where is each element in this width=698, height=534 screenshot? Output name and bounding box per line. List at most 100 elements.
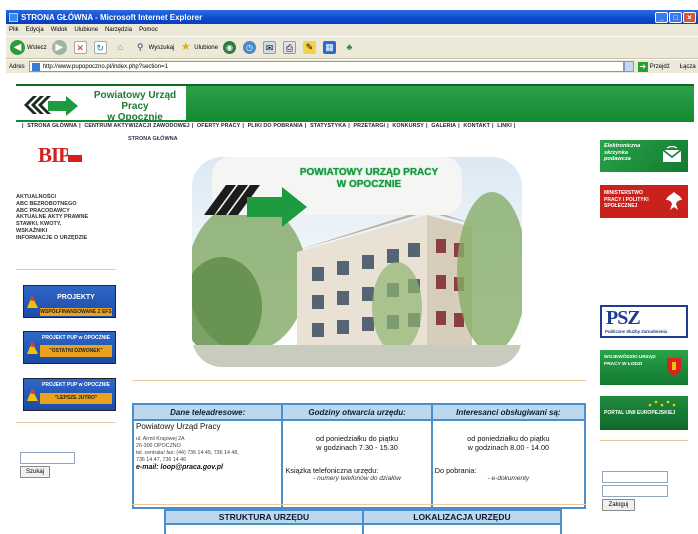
edit-button[interactable]: ✎ <box>302 41 318 54</box>
left-link-law[interactable]: AKTUALNE AKTY PRAWNE <box>16 214 116 221</box>
links-label[interactable]: Łącza <box>680 64 696 70</box>
go-arrow-icon: ➜ <box>637 61 648 72</box>
site-title-line2: w Opocznie <box>107 112 163 123</box>
menu-file[interactable]: Plik <box>9 27 19 33</box>
project3-title: PROJEKT PUP w OPOCZNIE <box>42 382 110 388</box>
bip-flag-icon <box>68 148 82 162</box>
wup-text: WOJEWÓDZKI URZĄD PRACY W ŁODZI <box>604 355 656 367</box>
refresh-icon: ↻ <box>93 41 107 54</box>
main-nav: | STRONA GŁÓWNA | CENTRUM AKTYWIZACJI ZAW… <box>22 123 516 129</box>
menu-favorites[interactable]: Ulubione <box>74 27 98 33</box>
favorites-label: Ulubione <box>194 44 218 51</box>
projects-title: PROJEKTY <box>57 294 95 301</box>
nav-gallery[interactable]: GALERIA <box>431 123 456 129</box>
project-ostatni-dzwonek-banner[interactable]: PROJEKT PUP w OPOCZNIE "OSTATNI DZWONEK" <box>23 331 116 364</box>
left-link-rates[interactable]: STAWKI, KWOTY, WSKAŹNIKI <box>16 221 66 235</box>
eu-people-icon <box>27 389 38 401</box>
psz-banner[interactable]: PSZ Publiczne Służby Zatrudnienia <box>600 305 688 338</box>
office-address: ul. Armii Krajowej 2A <box>136 436 185 442</box>
mail-icon: ✉ <box>262 41 276 54</box>
hero-caption: POWIATOWY URZĄD PRACY W OPOCZNIE <box>294 167 444 191</box>
nav-offers[interactable]: OFERTY PRACY <box>197 123 240 129</box>
print-button[interactable]: ⎙ <box>282 41 298 54</box>
projects-banner[interactable]: PROJEKTY WSPÓŁFINANSOWANE Z EFS <box>23 285 116 318</box>
wup-lodz-banner[interactable]: WOJEWÓDZKI URZĄD PRACY W ŁODZI <box>600 350 688 385</box>
left-link-news[interactable]: AKTUALNOŚCI <box>16 194 116 201</box>
menu-edit[interactable]: Edycja <box>26 27 44 33</box>
nav-links[interactable]: LINKI <box>497 123 512 129</box>
eu-portal-banner[interactable]: PORTAL UNII EUROPEJSKIEJ <box>600 396 688 430</box>
project-lepsze-jutro-banner[interactable]: PROJEKT PUP w OPOCZNIE "LEPSZE JUTRO" <box>23 378 116 411</box>
menu-view[interactable]: Widok <box>51 27 68 33</box>
maximize-button[interactable]: □ <box>669 11 682 23</box>
e-documents-link[interactable]: - e-dokumenty <box>435 475 582 482</box>
header-hours: Godziny otwarcia urzędu: <box>281 403 433 421</box>
login-username-input[interactable] <box>602 471 668 483</box>
forward-arrow-icon: ▶ <box>51 40 67 55</box>
pup-logo-icon <box>24 96 78 116</box>
menu-help[interactable]: Pomoc <box>139 27 158 33</box>
refresh-button[interactable]: ↻ <box>93 41 109 54</box>
bip-text: BIP <box>38 143 71 167</box>
window-titlebar: STRONA GŁÓWNA - Microsoft Internet Explo… <box>6 10 698 24</box>
office-email-link[interactable]: e-mail: loop@praca.gov.pl <box>136 464 279 471</box>
e-skrzynka-banner[interactable]: Elektroniczna skrzynka podawcza <box>600 140 688 172</box>
location-link[interactable]: LOKALIZACJA URZĘDU <box>361 509 563 525</box>
divider <box>132 504 586 505</box>
menu-tools[interactable]: Narzędzia <box>105 27 132 33</box>
home-button[interactable]: ⌂ <box>114 41 129 54</box>
structure-link[interactable]: STRUKTURA URZĘDU <box>164 509 364 525</box>
print-icon: ⎙ <box>282 41 296 54</box>
media-button[interactable]: ◉ <box>222 41 238 54</box>
history-button[interactable]: ◷ <box>242 41 258 54</box>
phonebook-link[interactable]: - numery telefonów do działów <box>285 475 428 482</box>
left-link-employer[interactable]: ABC PRACODAWCY <box>16 208 116 215</box>
ministry-banner[interactable]: MINISTERSTWO PRACY I POLITYKI SPOŁECZNEJ <box>600 185 688 218</box>
back-button[interactable]: ◀ Wstecz <box>10 40 47 55</box>
divider <box>16 269 116 270</box>
toolbar: ◀ Wstecz ▶ ✕ ↻ ⌂ ⚲ Wyszukaj ★ Ulubione ◉… <box>6 37 698 59</box>
project3-sub: "LEPSZE JUTRO" <box>40 393 112 404</box>
minimize-button[interactable]: _ <box>655 11 668 23</box>
close-button[interactable]: × <box>683 11 696 23</box>
banner-logo-area[interactable]: Powiatowy Urząd Pracy w Opocznie <box>16 86 186 123</box>
mail-button[interactable]: ✉ <box>262 41 278 54</box>
discuss-button[interactable]: ▦ <box>322 41 338 54</box>
office-phone: tel. centrala/ fax: (44) 736 14 45, 736 … <box>136 450 239 456</box>
login-password-input[interactable] <box>602 485 668 497</box>
nav-contact[interactable]: KONTAKT <box>463 123 490 129</box>
bip-logo[interactable]: BIP <box>38 143 82 167</box>
nav-tenders[interactable]: PRZETARGI <box>353 123 385 129</box>
address-bar: Adres http://www.pupopoczno.pl/index.php… <box>6 60 698 73</box>
search-button[interactable]: ⚲ Wyszukaj <box>134 41 175 54</box>
search-input[interactable] <box>20 452 75 464</box>
discuss-icon: ▦ <box>322 41 336 54</box>
address-url: http://www.pupopoczno.pl/index.php?secti… <box>42 63 168 70</box>
home-icon: ⌂ <box>117 42 123 52</box>
messenger-button[interactable]: ♣ <box>343 41 358 54</box>
nav-downloads[interactable]: PLIKI DO POBRANIA <box>248 123 303 129</box>
go-button[interactable]: ➜ Przejdź <box>637 61 670 72</box>
divider <box>600 440 688 441</box>
header-contact: Dane teleadresowe: <box>131 403 284 421</box>
divider <box>16 422 116 423</box>
stop-button[interactable]: ✕ <box>73 41 89 54</box>
nav-home[interactable]: STRONA GŁÓWNA <box>27 123 77 129</box>
nav-contests[interactable]: KONKURSY <box>392 123 424 129</box>
address-dropdown-icon[interactable] <box>623 61 634 72</box>
left-link-info[interactable]: INFORMACJE O URZĘDZIE <box>16 235 116 242</box>
page-icon <box>31 62 40 71</box>
favorites-button[interactable]: ★ Ulubione <box>179 41 218 54</box>
search-label: Wyszukaj <box>148 44 175 51</box>
go-label: Przejdź <box>649 63 670 70</box>
login-button[interactable]: Zaloguj <box>602 499 635 511</box>
nav-caz[interactable]: CENTRUM AKTYWIZACJI ZAWODOWEJ <box>84 123 189 129</box>
forward-button[interactable]: ▶ <box>51 40 69 55</box>
left-menu: AKTUALNOŚCI ABC BEZROBOTNEGO ABC PRACODA… <box>16 194 116 242</box>
project2-sub: "OSTATNI DZWONEK" <box>40 345 112 357</box>
nav-statistics[interactable]: STATYSTYKA <box>310 123 346 129</box>
left-link-unemployed[interactable]: ABC BEZROBOTNEGO <box>16 201 116 208</box>
address-input[interactable]: http://www.pupopoczno.pl/index.php?secti… <box>28 61 624 72</box>
search-submit-button[interactable]: Szukaj <box>20 466 50 478</box>
envelope-icon <box>662 146 682 162</box>
